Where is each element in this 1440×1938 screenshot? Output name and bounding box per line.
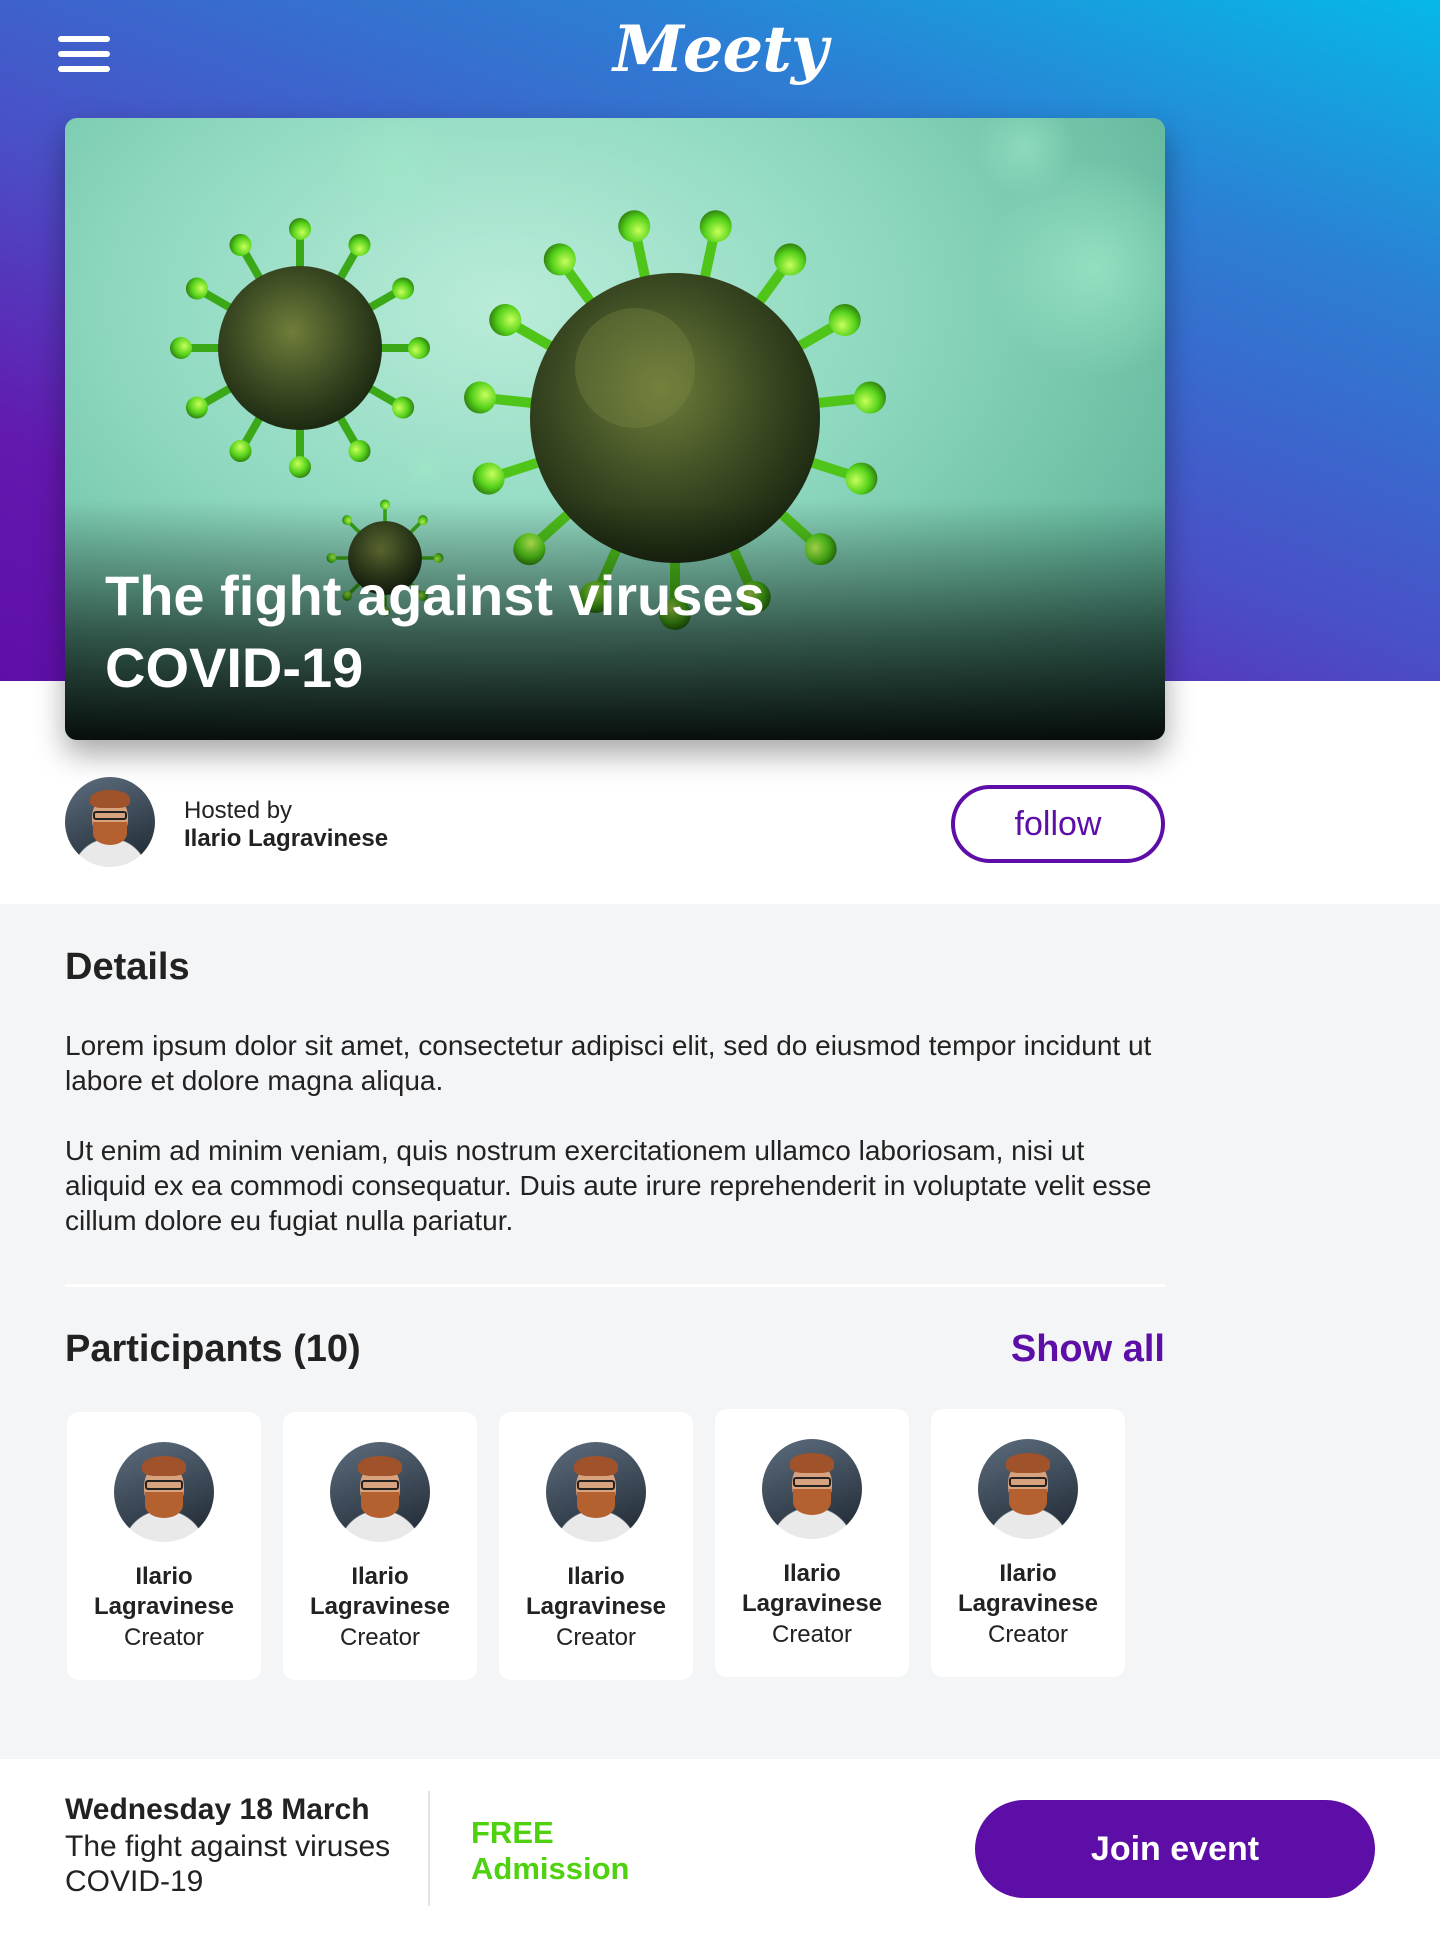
participant-role: Creator [771,1621,853,1648]
participant-name: Ilario Lagravinese [309,1563,451,1620]
show-all-link[interactable]: Show all [1011,1328,1165,1371]
participant-name: Ilario Lagravinese [957,1560,1099,1617]
participant-name: Ilario Lagravinese [93,1563,235,1620]
event-title-line2: COVID-19 [105,636,364,699]
bottom-bar: Wednesday 18 March The fight against vir… [0,1759,1440,1938]
details-section: Details Lorem ipsum dolor sit amet, cons… [0,904,1440,1759]
join-event-button[interactable]: Join event [975,1800,1375,1898]
participant-role: Creator [123,1624,205,1651]
follow-button[interactable]: follow [951,785,1165,863]
host-name[interactable]: Ilario Lagravinese [184,825,388,853]
host-avatar[interactable] [65,777,155,867]
footer-divider [428,1791,430,1906]
participant-avatar [546,1442,646,1542]
participant-name: Ilario Lagravinese [525,1563,667,1620]
event-title-line1: The fight against viruses [105,564,765,627]
details-paragraph-1: Lorem ipsum dolor sit amet, consectetur … [65,1030,1152,1096]
participant-avatar [762,1439,862,1539]
participant-role: Creator [339,1624,421,1651]
details-heading: Details [65,946,190,988]
participant-avatar [978,1439,1078,1539]
hosted-by-label: Hosted by [184,797,293,824]
participant-role: Creator [987,1621,1069,1648]
participant-avatar [114,1442,214,1542]
participant-name: Ilario Lagravinese [741,1560,883,1617]
participants-heading: Participants (10) [65,1328,361,1370]
participant-card[interactable]: Ilario Lagravinese Creator [499,1412,693,1680]
event-hero-card[interactable]: The fight against viruses COVID-19 [65,118,1165,740]
participant-card[interactable]: Ilario Lagravinese Creator [931,1409,1125,1677]
participant-card[interactable]: Ilario Lagravinese Creator [283,1412,477,1680]
participant-card[interactable]: Ilario Lagravinese Creator [67,1412,261,1680]
section-divider [65,1284,1165,1287]
participant-card[interactable]: Ilario Lagravinese Creator [715,1409,909,1677]
footer-event-title: The fight against viruses COVID-19 [65,1830,391,1898]
host-row: Hosted by Ilario Lagravinese follow [65,777,1165,872]
app-logo[interactable]: Meety [0,12,1440,87]
participant-avatar [330,1442,430,1542]
participant-role: Creator [555,1624,637,1651]
event-date: Wednesday 18 March [65,1793,370,1826]
event-title: The fight against viruses COVID-19 [105,560,765,704]
details-paragraph-2: Ut enim ad minim veniam, quis nostrum ex… [65,1135,1152,1236]
admission-label: FREE Admission [471,1815,630,1886]
